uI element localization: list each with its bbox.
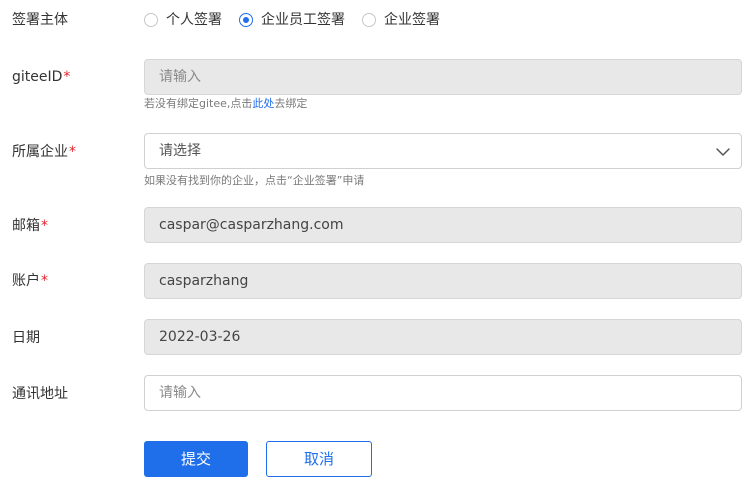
company-select-placeholder: 请选择 [159,143,201,159]
account-field[interactable] [144,263,742,299]
account-label-text: 账户 [12,273,40,289]
sign-type-radio-group: 个人签署 企业员工签署 企业签署 [144,10,457,30]
radio-option-corporate[interactable]: 企业签署 [362,10,440,30]
company-label-text: 所属企业 [12,144,68,160]
radio-label-personal[interactable]: 个人签署 [166,10,222,30]
cancel-button[interactable]: 取消 [266,441,372,477]
email-label-text: 邮箱 [12,218,40,234]
address-label: 通讯地址 [12,384,68,404]
required-mark: * [41,273,48,289]
account-label: 账户* [12,271,48,291]
date-label-text: 日期 [12,330,40,346]
address-input[interactable] [144,375,742,411]
sign-type-label-text: 签署主体 [12,12,68,28]
company-hint: 如果没有找到你的企业，点击“企业签署”申请 [144,174,365,187]
bind-gitee-link[interactable]: 此处 [252,97,274,110]
gitee-id-label-text: giteeID [12,69,63,85]
radio-label-corporate[interactable]: 企业签署 [384,10,440,30]
gitee-id-hint: 若没有绑定gitee,点击此处去绑定 [144,97,307,111]
radio-label-employee[interactable]: 企业员工签署 [261,10,345,30]
radio-option-personal[interactable]: 个人签署 [144,10,222,30]
date-field[interactable] [144,319,742,355]
radio-button-corporate[interactable] [362,13,376,27]
gitee-id-input[interactable] [144,59,742,95]
gitee-id-hint-text: 若没有绑定gitee,点击 [144,97,253,110]
submit-button[interactable]: 提交 [144,441,248,477]
company-label: 所属企业* [12,142,76,162]
radio-button-employee[interactable] [239,13,253,27]
required-mark: * [69,144,76,160]
date-label: 日期 [12,328,40,348]
company-select[interactable]: 请选择 [144,133,742,169]
radio-option-employee[interactable]: 企业员工签署 [239,10,345,30]
email-label: 邮箱* [12,216,48,236]
chevron-down-icon [716,148,730,156]
email-field[interactable] [144,207,742,243]
gitee-id-label: giteeID* [12,67,70,87]
radio-button-personal[interactable] [144,13,158,27]
address-label-text: 通讯地址 [12,386,68,402]
gitee-id-hint-suffix: 去绑定 [274,97,308,110]
required-mark: * [41,218,48,234]
sign-type-label: 签署主体 [12,10,68,30]
required-mark: * [63,69,71,85]
